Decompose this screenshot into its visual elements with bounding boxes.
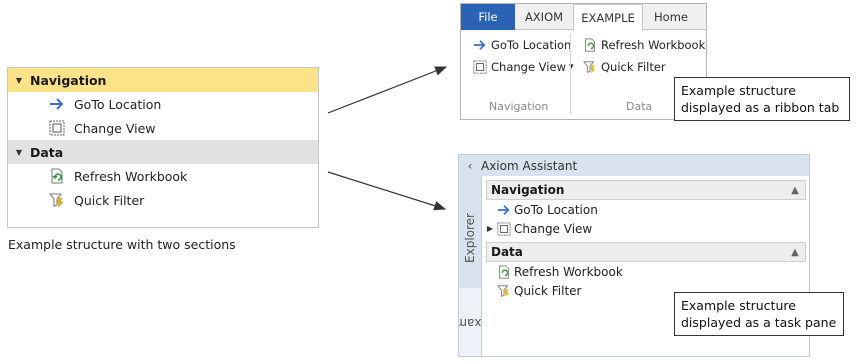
ribbon-goto-location-button[interactable]: GoTo Location xyxy=(472,36,571,54)
item-label: Quick Filter xyxy=(514,283,582,298)
change-view-icon xyxy=(48,119,66,137)
section-label: Data xyxy=(491,245,523,259)
ribbon-refresh-workbook-button[interactable]: Refresh Workbook xyxy=(582,36,705,54)
ribbon-example: File AXIOM EXAMPLE Home GoTo Location Ch… xyxy=(460,3,707,120)
item-label: Change View xyxy=(74,120,156,136)
button-label: Change View xyxy=(491,60,566,74)
callout-line: Example structure xyxy=(681,298,796,313)
collapse-triangle-icon[interactable]: ▼ xyxy=(8,76,30,85)
expand-triangle-icon[interactable]: ▶ xyxy=(484,224,496,233)
item-label: Refresh Workbook xyxy=(74,168,188,184)
section-label: Navigation xyxy=(30,72,107,88)
arrow-to-task-pane xyxy=(327,171,447,211)
arrow-right-icon xyxy=(496,202,512,218)
refresh-workbook-icon xyxy=(48,167,66,185)
ribbon-body: GoTo Location Change View ▾ Navigation R… xyxy=(461,30,706,119)
tab-axiom[interactable]: AXIOM xyxy=(515,4,573,30)
collapse-up-icon[interactable]: ▲ xyxy=(785,185,805,196)
structure-item-quick-filter[interactable]: Quick Filter xyxy=(8,188,318,212)
tab-example[interactable]: EXAMPLE xyxy=(573,4,643,31)
tab-home[interactable]: Home xyxy=(643,4,699,30)
pane-section-navigation[interactable]: Navigation ▲ xyxy=(486,180,806,200)
ribbon-quick-filter-button[interactable]: Quick Filter xyxy=(582,58,666,76)
change-view-icon xyxy=(496,221,512,237)
quick-filter-icon xyxy=(496,283,512,299)
structure-item-change-view[interactable]: Change View xyxy=(8,116,318,140)
pane-section-data[interactable]: Data ▲ xyxy=(486,242,806,262)
quick-filter-icon xyxy=(582,59,598,75)
arrow-right-icon xyxy=(472,37,488,53)
collapse-up-icon[interactable]: ▲ xyxy=(785,247,805,258)
ribbon-change-view-button[interactable]: Change View ▾ xyxy=(472,58,574,76)
refresh-workbook-icon xyxy=(582,37,598,53)
ribbon-group-navigation: Navigation xyxy=(489,100,549,113)
pane-item-refresh-workbook[interactable]: Refresh Workbook xyxy=(482,262,809,281)
quick-filter-icon xyxy=(48,191,66,209)
section-label: Navigation xyxy=(491,183,565,197)
ribbon-group-data: Data xyxy=(626,100,653,113)
item-label: Quick Filter xyxy=(74,192,145,208)
item-label: Change View xyxy=(514,221,593,236)
ribbon-tab-bar: File AXIOM EXAMPLE Home xyxy=(461,4,706,31)
collapse-triangle-icon[interactable]: ▼ xyxy=(8,148,30,157)
button-label: GoTo Location xyxy=(491,38,572,52)
pane-item-goto-location[interactable]: GoTo Location xyxy=(482,200,809,219)
structure-item-refresh-workbook[interactable]: Refresh Workbook xyxy=(8,164,318,188)
task-pane-title: Axiom Assistant xyxy=(481,158,578,173)
arrow-to-ribbon xyxy=(327,66,448,114)
callout-line: displayed as a ribbon tab xyxy=(681,100,840,115)
item-label: GoTo Location xyxy=(74,96,162,112)
ribbon-group-divider xyxy=(570,34,571,114)
callout-line: Example structure xyxy=(681,83,796,98)
section-label: Data xyxy=(30,144,64,160)
arrow-right-icon xyxy=(48,95,66,113)
task-pane-header: ‹ Axiom Assistant xyxy=(459,155,809,176)
collapse-chevron-icon[interactable]: ‹ xyxy=(459,159,481,173)
structure-caption: Example structure with two sections xyxy=(8,237,236,252)
section-header-data[interactable]: ▼ Data xyxy=(8,140,318,164)
ribbon-callout: Example structure displayed as a ribbon … xyxy=(674,77,850,121)
structure-panel: ▼ Navigation GoTo Location Change View ▼… xyxy=(7,67,319,228)
item-label: Refresh Workbook xyxy=(514,264,623,279)
button-label: Quick Filter xyxy=(601,60,666,74)
change-view-icon xyxy=(472,59,488,75)
side-tab-example[interactable]: Example × xyxy=(459,288,503,356)
item-label: GoTo Location xyxy=(514,202,598,217)
tab-file[interactable]: File xyxy=(461,4,515,30)
button-label: Refresh Workbook xyxy=(601,38,706,52)
section-header-navigation[interactable]: ▼ Navigation xyxy=(8,68,318,92)
pane-item-change-view[interactable]: ▶ Change View xyxy=(482,219,809,238)
side-tab-explorer[interactable]: Explorer xyxy=(459,198,481,278)
task-pane-side-tabs: Explorer Example × xyxy=(459,176,503,356)
task-pane-callout: Example structure displayed as a task pa… xyxy=(674,292,844,336)
callout-line: displayed as a task pane xyxy=(681,315,837,330)
structure-item-goto-location[interactable]: GoTo Location xyxy=(8,92,318,116)
refresh-workbook-icon xyxy=(496,264,512,280)
